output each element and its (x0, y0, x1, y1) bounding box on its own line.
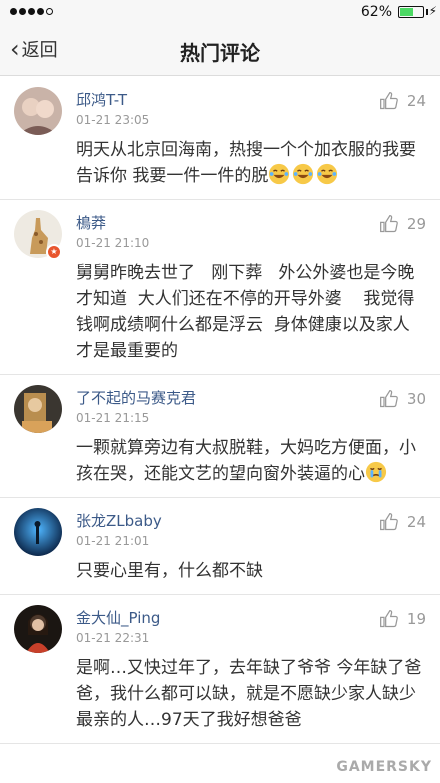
comment-text: 一颗就算旁边有大叔脱鞋，大妈吃方便面，小孩在哭，还能文艺的望向窗外装逼的心 (76, 438, 416, 484)
like-count: 19 (406, 610, 426, 628)
comment-item: 了不起的马赛克君 01-21 21:15 30 一颗就算旁边有大叔脱鞋，大妈吃方… (0, 375, 440, 498)
avatar[interactable] (14, 605, 62, 653)
like-count: 24 (406, 92, 426, 110)
comment-time: 01-21 23:05 (76, 113, 150, 127)
comment-time: 01-21 21:01 (76, 534, 150, 548)
like-button[interactable]: 24 (379, 512, 426, 532)
comment-time: 01-21 22:31 (76, 631, 150, 645)
watermark: GAMERSKY (336, 759, 432, 775)
crying-emoji (365, 461, 387, 483)
comment-item: 邱鸿T-T 01-21 23:05 24 明天从北京回海南，热搜一个个加衣服的我… (0, 77, 440, 200)
comment-text: 是啊…又快过年了，去年缺了爷爷 今年缺了爸爸，我什么都可以缺，就是不愿缺少家人缺… (76, 658, 422, 730)
like-button[interactable]: 30 (379, 389, 426, 409)
laugh-cry-emoji (293, 163, 314, 185)
avatar[interactable] (14, 87, 62, 135)
battery-icon (398, 6, 424, 18)
page-title: 热门评论 (180, 41, 260, 65)
charging-icon: ⚡ (428, 4, 437, 18)
thumbs-up-icon (379, 92, 398, 110)
battery-percentage: 62% (360, 4, 392, 20)
comment-time: 01-21 21:15 (76, 411, 150, 425)
like-button[interactable]: 19 (379, 609, 426, 629)
navigation-bar: ‹ 返回 热门评论 (0, 24, 440, 76)
comment-time: 01-21 21:10 (76, 236, 150, 250)
thumbs-up-icon (379, 513, 398, 531)
thumbs-up-icon (379, 215, 398, 233)
like-count: 29 (406, 215, 426, 233)
like-count: 30 (406, 390, 426, 408)
thumbs-up-icon (379, 390, 398, 408)
avatar[interactable] (14, 385, 62, 433)
like-button[interactable]: 29 (379, 214, 426, 234)
comment-item: 金大仙_Ping 01-21 22:31 19 是啊…又快过年了，去年缺了爷爷 … (0, 595, 440, 744)
comment-list: 邱鸿T-T 01-21 23:05 24 明天从北京回海南，热搜一个个加衣服的我… (0, 77, 440, 744)
laugh-cry-emoji (269, 163, 290, 185)
comment-text: 舅舅昨晚去世了 刚下葬 外公外婆也是今晚才知道 大人们还在不停的开导外婆 我觉得… (76, 263, 415, 361)
signal-strength-icon (10, 8, 53, 15)
like-count: 24 (406, 513, 426, 531)
thumbs-up-icon (379, 610, 398, 628)
laugh-cry-emoji (317, 163, 338, 185)
comment-item: 张龙ZLbaby 01-21 21:01 24 只要心里有，什么都不缺 (0, 498, 440, 595)
avatar[interactable] (14, 508, 62, 556)
comment-item: ★ 樢莽 01-21 21:10 29 舅舅昨晚去世了 刚下葬 外公外婆也是今晚… (0, 200, 440, 375)
like-button[interactable]: 24 (379, 91, 426, 111)
verified-badge-icon: ★ (46, 244, 62, 260)
status-bar: 62% ⚡ (0, 0, 440, 24)
comment-text: 明天从北京回海南，热搜一个个加衣服的我要告诉你 我要一件一件的脱 (76, 140, 416, 186)
comment-text: 只要心里有，什么都不缺 (76, 561, 263, 581)
